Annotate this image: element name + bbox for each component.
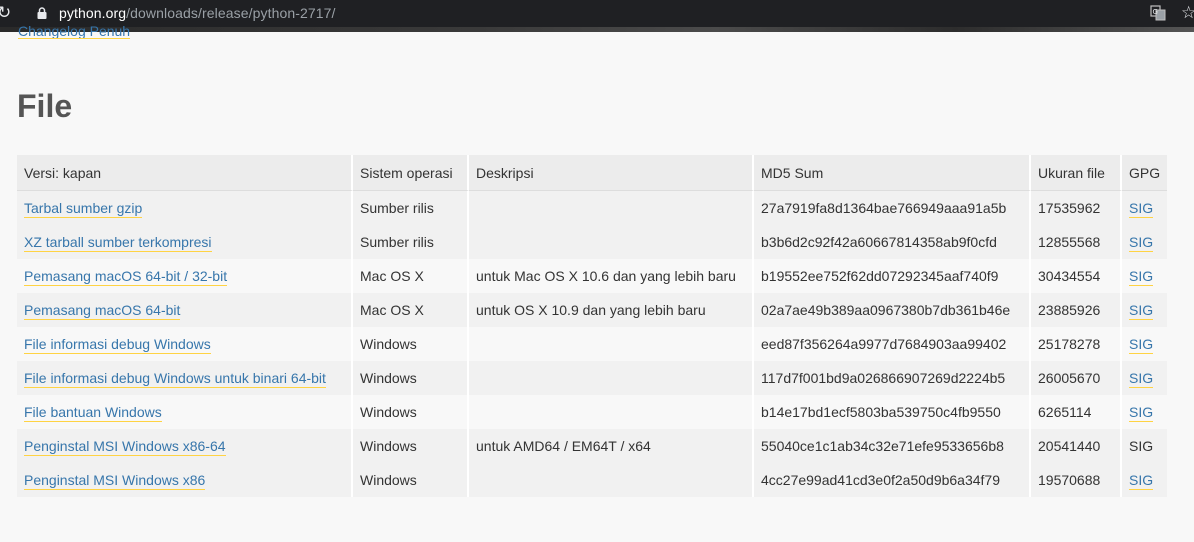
os-cell: Windows	[353, 327, 469, 361]
md5-cell: 4cc27e99ad41cd3e0f2a50d9b6a34f79	[754, 463, 1031, 497]
table-row: Penginstal MSI Windows x86-64 Windows un…	[17, 429, 1168, 463]
description-cell: untuk Mac OS X 10.6 dan yang lebih baru	[469, 259, 754, 293]
download-link[interactable]: File bantuan Windows	[24, 404, 162, 422]
table-row: Pemasang macOS 64-bit Mac OS X untuk OS …	[17, 293, 1168, 327]
md5-cell: b3b6d2c92f42a60667814358ab9f0cfd	[754, 225, 1031, 259]
gpg-sig-link[interactable]: SIG	[1129, 302, 1154, 320]
download-link[interactable]: File informasi debug Windows	[24, 336, 211, 354]
table-row: Penginstal MSI Windows x86 Windows 4cc27…	[17, 463, 1168, 497]
gpg-sig-link[interactable]: SIG	[1129, 200, 1154, 218]
os-cell: Mac OS X	[353, 293, 469, 327]
table-row: File informasi debug Windows untuk binar…	[17, 361, 1168, 395]
os-cell: Windows	[353, 429, 469, 463]
reload-icon[interactable]: ↻	[0, 3, 11, 23]
gpg-sig-link[interactable]: SIG	[1129, 268, 1154, 286]
os-cell: Sumber rilis	[353, 191, 469, 225]
page-title: File	[17, 88, 73, 124]
url-host: python.org	[59, 5, 127, 21]
download-link[interactable]: Tarbal sumber gzip	[24, 200, 143, 218]
bookmark-star-icon[interactable]: ☆	[1181, 3, 1194, 23]
md5-cell: 02a7ae49b389aa0967380b7db361b46e	[754, 293, 1031, 327]
files-table: Versi: kapan Sistem operasi Deskripsi MD…	[17, 155, 1168, 497]
download-link[interactable]: Pemasang macOS 64-bit	[24, 302, 181, 320]
changelog-link[interactable]: Changelog Penuh	[18, 20, 131, 39]
os-cell: Sumber rilis	[353, 225, 469, 259]
lock-icon[interactable]	[37, 7, 47, 19]
translate-icon[interactable]: G	[1150, 5, 1166, 21]
gpg-sig-link[interactable]: SIG	[1129, 234, 1154, 252]
size-cell: 26005670	[1031, 361, 1122, 395]
md5-cell: b19552ee752f62dd07292345aaf740f9	[754, 259, 1031, 293]
description-cell	[469, 327, 754, 361]
page-top-edge	[0, 27, 1194, 32]
md5-cell: 117d7f001bd9a026866907269d2224b5	[754, 361, 1031, 395]
header-description: Deskripsi	[469, 155, 754, 191]
md5-cell: 27a7919fa8d1364bae766949aaa91a5b	[754, 191, 1031, 225]
table-row: Tarbal sumber gzip Sumber rilis 27a7919f…	[17, 191, 1168, 225]
md5-cell: eed87f356264a9977d7684903aa99402	[754, 327, 1031, 361]
gpg-sig-link[interactable]: SIG	[1129, 336, 1154, 354]
gpg-sig-link[interactable]: SIG	[1129, 472, 1154, 490]
download-link[interactable]: Pemasang macOS 64-bit / 32-bit	[24, 268, 228, 286]
description-cell: untuk AMD64 / EM64T / x64	[469, 429, 754, 463]
description-cell	[469, 361, 754, 395]
description-cell	[469, 395, 754, 429]
download-link[interactable]: File informasi debug Windows untuk binar…	[24, 370, 326, 388]
size-cell: 19570688	[1031, 463, 1122, 497]
header-md5: MD5 Sum	[754, 155, 1031, 191]
header-version: Versi: kapan	[17, 155, 353, 191]
md5-cell: 55040ce1c1ab34c32e71efe9533656b8	[754, 429, 1031, 463]
table-row: File informasi debug Windows Windows eed…	[17, 327, 1168, 361]
size-cell: 25178278	[1031, 327, 1122, 361]
svg-text:G: G	[1153, 8, 1158, 16]
table-row: File bantuan Windows Windows b14e17bd1ec…	[17, 395, 1168, 429]
download-link[interactable]: Penginstal MSI Windows x86-64	[24, 438, 226, 456]
url-path: /downloads/release/python-2717/	[126, 5, 336, 21]
header-gpg: GPG	[1122, 155, 1168, 191]
size-cell: 6265114	[1031, 395, 1122, 429]
description-cell: untuk OS X 10.9 dan yang lebih baru	[469, 293, 754, 327]
download-link[interactable]: Penginstal MSI Windows x86	[24, 472, 206, 490]
os-cell: Mac OS X	[353, 259, 469, 293]
os-cell: Windows	[353, 463, 469, 497]
gpg-sig-link[interactable]: SIG	[1129, 404, 1154, 422]
size-cell: 12855568	[1031, 225, 1122, 259]
size-cell: 23885926	[1031, 293, 1122, 327]
gpg-sig-link[interactable]: SIG	[1129, 370, 1154, 388]
header-size: Ukuran file	[1031, 155, 1122, 191]
url-field[interactable]: python.org/downloads/release/python-2717…	[59, 5, 336, 21]
table-body: Tarbal sumber gzip Sumber rilis 27a7919f…	[17, 191, 1168, 497]
download-link[interactable]: XZ tarball sumber terkompresi	[24, 234, 212, 252]
description-cell	[469, 191, 754, 225]
os-cell: Windows	[353, 361, 469, 395]
description-cell	[469, 463, 754, 497]
browser-address-bar: ↻ python.org/downloads/release/python-27…	[0, 0, 1194, 27]
table-row: Pemasang macOS 64-bit / 32-bit Mac OS X …	[17, 259, 1168, 293]
gpg-sig-text[interactable]: SIG	[1122, 429, 1168, 463]
table-row: XZ tarball sumber terkompresi Sumber ril…	[17, 225, 1168, 259]
description-cell	[469, 225, 754, 259]
size-cell: 20541440	[1031, 429, 1122, 463]
size-cell: 17535962	[1031, 191, 1122, 225]
table-header-row: Versi: kapan Sistem operasi Deskripsi MD…	[17, 155, 1168, 191]
md5-cell: b14e17bd1ecf5803ba539750c4fb9550	[754, 395, 1031, 429]
os-cell: Windows	[353, 395, 469, 429]
header-os: Sistem operasi	[353, 155, 469, 191]
size-cell: 30434554	[1031, 259, 1122, 293]
